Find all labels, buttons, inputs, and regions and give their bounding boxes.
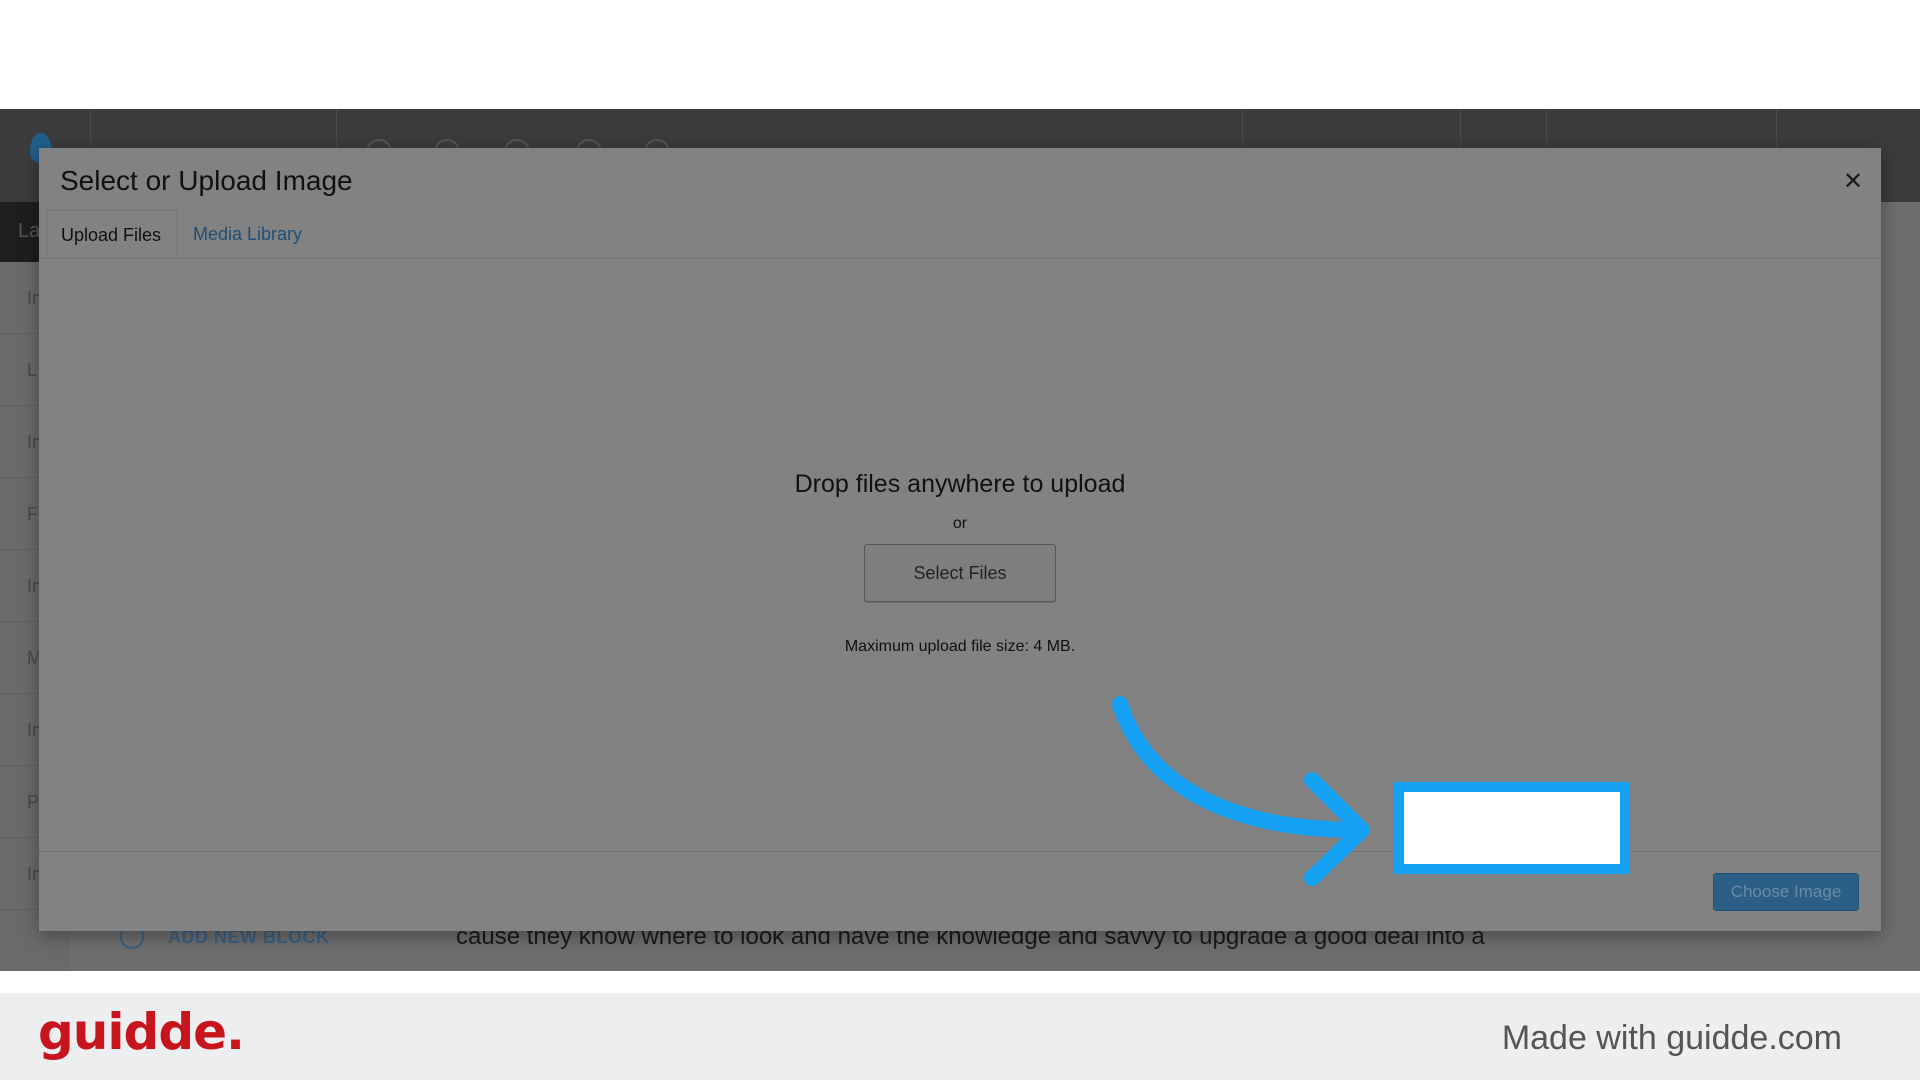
highlight-box <box>1394 782 1630 874</box>
modal-tabs: Upload Files Media Library <box>39 210 1881 259</box>
drop-files-heading: Drop files anywhere to upload <box>794 470 1126 498</box>
sidebar-item-label: P <box>27 792 40 812</box>
pointer-arrow-icon <box>1112 696 1370 886</box>
tab-media-library[interactable]: Media Library <box>179 210 316 258</box>
close-icon[interactable]: ✕ <box>1839 168 1867 196</box>
max-upload-size-text: Maximum upload file size: 4 MB. <box>844 638 1076 655</box>
or-text: or <box>952 515 968 532</box>
guidde-footer-bar: guidde. Made with guidde.com <box>0 993 1920 1080</box>
made-with-guidde-text: Made with guidde.com <box>1501 1019 1842 1057</box>
guidde-logo: guidde. <box>38 1003 245 1061</box>
tab-upload-files[interactable]: Upload Files <box>46 210 178 258</box>
sidebar-item-label: La <box>18 220 41 242</box>
modal-title: Select or Upload Image <box>60 165 353 196</box>
sidebar-item-label: F <box>27 504 38 524</box>
sidebar-item-label: L <box>27 360 38 380</box>
select-files-button[interactable]: Select Files <box>864 544 1056 602</box>
choose-image-button[interactable]: Choose Image <box>1713 873 1859 911</box>
